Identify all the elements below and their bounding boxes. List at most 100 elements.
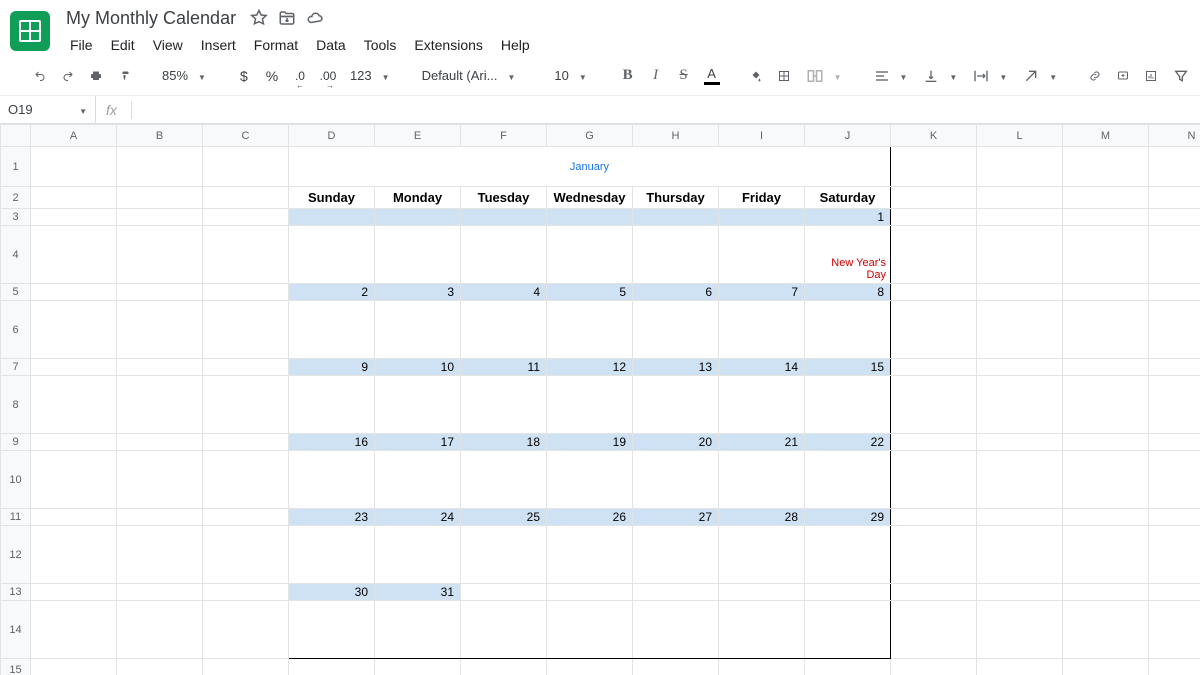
event-cell[interactable] [719, 376, 805, 434]
event-cell[interactable] [547, 376, 633, 434]
event-cell[interactable] [461, 226, 547, 284]
cell[interactable] [117, 526, 203, 584]
cell[interactable] [203, 451, 289, 509]
date-cell[interactable] [289, 209, 375, 226]
comment-button[interactable] [1111, 63, 1135, 89]
cell[interactable] [891, 509, 977, 526]
cell[interactable] [977, 584, 1063, 601]
event-cell[interactable] [289, 601, 375, 659]
col-header[interactable]: C [203, 125, 289, 147]
cell[interactable] [1063, 526, 1149, 584]
cell[interactable] [977, 659, 1063, 675]
cell[interactable] [1063, 226, 1149, 284]
date-cell[interactable] [375, 209, 461, 226]
date-cell[interactable]: 3 [375, 284, 461, 301]
cell[interactable] [203, 209, 289, 226]
cell[interactable] [117, 601, 203, 659]
col-header[interactable]: I [719, 125, 805, 147]
cell[interactable] [1063, 147, 1149, 187]
col-header[interactable]: K [891, 125, 977, 147]
event-cell[interactable] [375, 451, 461, 509]
col-header[interactable]: H [633, 125, 719, 147]
date-cell[interactable] [633, 209, 719, 226]
weekday-header[interactable]: Monday [375, 187, 461, 209]
cell[interactable] [31, 359, 117, 376]
chart-button[interactable] [1139, 63, 1163, 89]
date-cell[interactable] [805, 584, 891, 601]
cell[interactable] [31, 209, 117, 226]
event-cell[interactable] [461, 601, 547, 659]
event-cell[interactable] [461, 301, 547, 359]
cell[interactable] [117, 284, 203, 301]
col-header[interactable]: A [31, 125, 117, 147]
event-cell[interactable] [375, 601, 461, 659]
weekday-header[interactable]: Wednesday [547, 187, 633, 209]
event-cell[interactable] [547, 301, 633, 359]
menu-file[interactable]: File [62, 33, 101, 57]
cell[interactable] [891, 451, 977, 509]
row-header[interactable]: 4 [1, 226, 31, 284]
cell[interactable] [1149, 301, 1200, 359]
date-cell[interactable]: 20 [633, 434, 719, 451]
cell[interactable] [31, 147, 117, 187]
wrap-dropdown[interactable] [967, 63, 1013, 89]
event-cell[interactable] [547, 526, 633, 584]
weekday-header[interactable]: Friday [719, 187, 805, 209]
cell[interactable] [117, 509, 203, 526]
date-cell[interactable]: 5 [547, 284, 633, 301]
cell[interactable] [1063, 584, 1149, 601]
cell[interactable] [117, 451, 203, 509]
col-header[interactable]: G [547, 125, 633, 147]
zoom-dropdown[interactable]: 85% [156, 63, 212, 89]
row-header[interactable]: 3 [1, 209, 31, 226]
row-header[interactable]: 11 [1, 509, 31, 526]
row-header[interactable]: 5 [1, 284, 31, 301]
cell[interactable] [891, 187, 977, 209]
cell[interactable] [891, 584, 977, 601]
date-cell[interactable]: 19 [547, 434, 633, 451]
cell[interactable] [31, 226, 117, 284]
print-button[interactable] [84, 63, 108, 89]
cell[interactable] [633, 659, 719, 675]
cell[interactable] [117, 584, 203, 601]
date-cell[interactable]: 26 [547, 509, 633, 526]
cell[interactable] [1063, 301, 1149, 359]
redo-button[interactable] [56, 63, 80, 89]
name-box[interactable]: O19 [0, 96, 96, 123]
row-header[interactable]: 2 [1, 187, 31, 209]
cell[interactable] [891, 147, 977, 187]
date-cell[interactable]: 17 [375, 434, 461, 451]
date-cell[interactable]: 31 [375, 584, 461, 601]
cell[interactable] [1149, 284, 1200, 301]
cell[interactable] [1149, 659, 1200, 675]
event-cell[interactable] [719, 226, 805, 284]
decrease-decimal-button[interactable]: .0← [288, 63, 312, 89]
menu-extensions[interactable]: Extensions [406, 33, 490, 57]
row-header[interactable]: 10 [1, 451, 31, 509]
row-header[interactable]: 13 [1, 584, 31, 601]
date-cell[interactable]: 22 [805, 434, 891, 451]
cell[interactable] [977, 509, 1063, 526]
event-cell[interactable] [461, 376, 547, 434]
textcolor-button[interactable]: A [700, 63, 724, 89]
cell[interactable] [203, 584, 289, 601]
rotate-dropdown[interactable] [1017, 63, 1063, 89]
cell[interactable] [1063, 209, 1149, 226]
date-cell[interactable]: 30 [289, 584, 375, 601]
select-all[interactable] [1, 125, 31, 147]
date-cell[interactable]: 15 [805, 359, 891, 376]
col-header[interactable]: D [289, 125, 375, 147]
cell[interactable] [1063, 359, 1149, 376]
event-cell[interactable] [805, 526, 891, 584]
date-cell[interactable] [547, 209, 633, 226]
cell[interactable] [203, 659, 289, 675]
col-header[interactable]: B [117, 125, 203, 147]
date-cell[interactable]: 23 [289, 509, 375, 526]
cell[interactable] [891, 526, 977, 584]
cell[interactable] [719, 659, 805, 675]
event-cell[interactable] [633, 526, 719, 584]
cell[interactable] [977, 601, 1063, 659]
cell[interactable] [31, 376, 117, 434]
move-icon[interactable] [278, 9, 296, 27]
formula-input[interactable] [132, 96, 1200, 123]
